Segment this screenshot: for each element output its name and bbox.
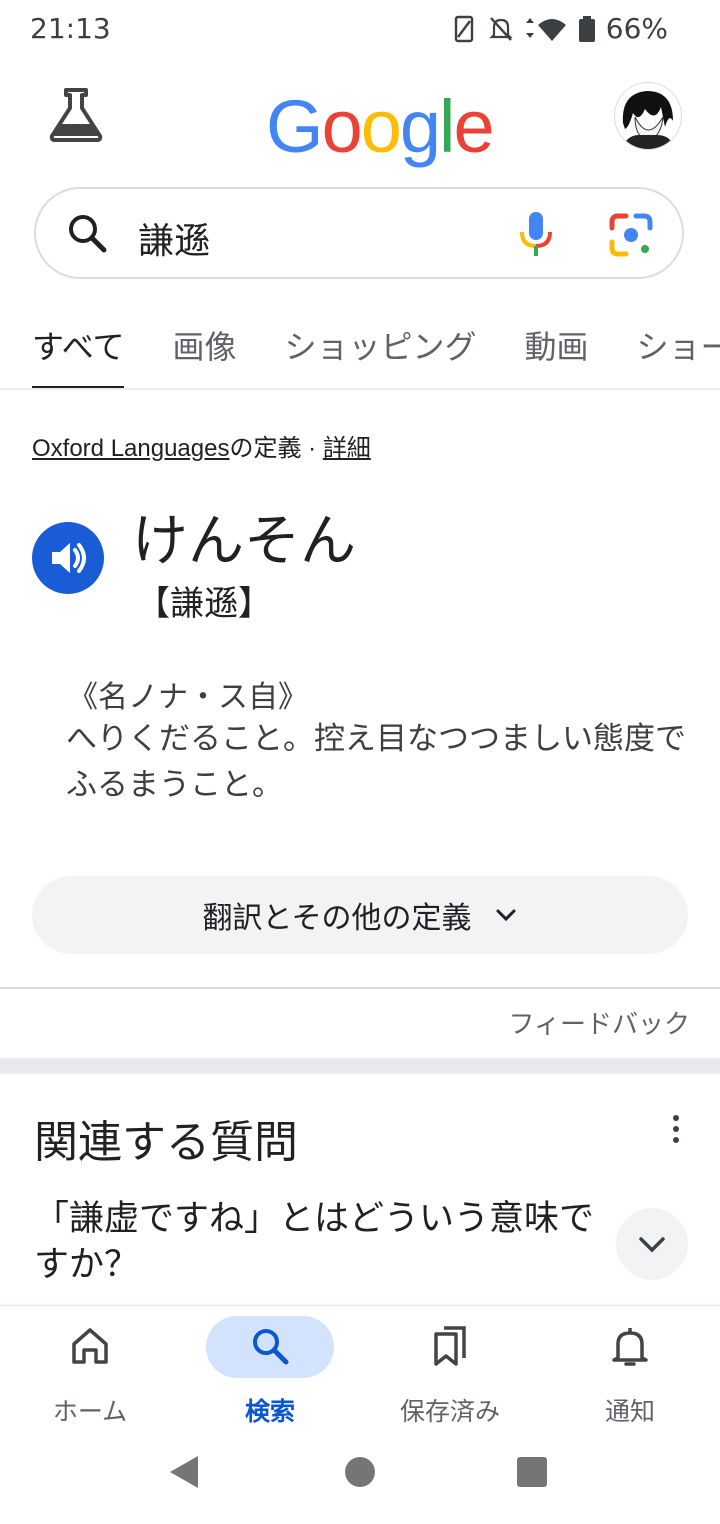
chevron-down-icon [496, 909, 516, 922]
wifi-icon [525, 17, 566, 41]
more-definitions-label: 翻訳とその他の定義 [202, 901, 472, 936]
nav-saved-label: 保存済み [399, 1397, 500, 1426]
speaker-icon [52, 543, 86, 573]
labs-flask-icon[interactable] [48, 86, 104, 142]
back-icon[interactable] [170, 1456, 198, 1488]
nav-home-label: ホーム [52, 1397, 128, 1426]
bottom-navigation: ホーム 検索 保存済み 通知 [0, 1306, 720, 1444]
screen-rotate-icon [454, 15, 473, 42]
battery-level: 66% [605, 12, 668, 45]
definition-source: Oxford Languagesの定義 · 詳細 [32, 428, 371, 463]
nav-saved[interactable]: 保存済み [360, 1306, 540, 1444]
search-tabs: すべて 画像 ショッピング 動画 ショー [32, 322, 720, 390]
chevron-down-icon [639, 1237, 665, 1253]
search-icon [253, 1329, 289, 1365]
tab-all[interactable]: すべて [32, 322, 125, 390]
tabs-divider [0, 388, 720, 390]
logo-letter: o [321, 85, 363, 168]
status-icons: 66% [452, 12, 668, 45]
search-icon [66, 212, 110, 256]
more-definitions-button[interactable]: 翻訳とその他の定義 [32, 876, 688, 954]
nav-search-label: 検索 [244, 1397, 295, 1426]
google-logo: Google [266, 90, 495, 164]
tab-videos[interactable]: 動画 [525, 322, 589, 390]
source-suffix: の定義 · [229, 435, 323, 462]
pronunciation-button[interactable] [32, 522, 104, 594]
more-options-icon[interactable] [664, 1114, 688, 1144]
home-button-icon[interactable] [345, 1457, 375, 1487]
feedback-link[interactable]: フィードバック [509, 1004, 690, 1041]
part-of-speech: 《名ノナ・ス自》 [68, 680, 308, 715]
nav-notifications[interactable]: 通知 [540, 1306, 720, 1444]
nav-notifications-label: 通知 [604, 1397, 655, 1426]
related-question-item[interactable]: 「謙虚ですね」とはどういう意味ですか？ [34, 1196, 604, 1288]
logo-letter: g [399, 85, 441, 168]
section-separator [0, 1058, 720, 1074]
nav-home[interactable]: ホーム [0, 1306, 180, 1444]
mute-icon [489, 16, 513, 41]
status-time: 21:13 [30, 12, 111, 45]
expand-question-button[interactable] [616, 1208, 688, 1280]
logo-letter: G [266, 85, 324, 168]
system-navigation [0, 1444, 720, 1520]
lens-icon[interactable] [608, 212, 654, 258]
logo-letter: l [439, 85, 456, 168]
oxford-link[interactable]: Oxford Languages [32, 435, 229, 462]
home-icon [72, 1328, 108, 1364]
logo-letter: o [360, 85, 402, 168]
battery-icon [578, 15, 595, 42]
search-bar[interactable] [34, 187, 684, 279]
logo-letter: e [453, 85, 494, 168]
definition-kanji: 【謙遜】 [136, 584, 272, 624]
recents-icon[interactable] [517, 1457, 547, 1487]
details-link[interactable]: 詳細 [323, 435, 371, 462]
tab-images[interactable]: 画像 [172, 322, 236, 390]
definition-headword: けんそん [132, 509, 356, 574]
related-questions-title: 関連する質問 [34, 1117, 298, 1168]
nav-search[interactable]: 検索 [180, 1306, 360, 1444]
bookmark-icon [434, 1326, 466, 1366]
avatar[interactable] [614, 82, 682, 150]
bell-icon [612, 1328, 648, 1366]
mic-icon[interactable] [516, 210, 556, 258]
tab-shopping[interactable]: ショッピング [285, 322, 477, 390]
tab-shorts[interactable]: ショー [637, 322, 720, 390]
card-divider [0, 987, 720, 989]
definition-text: へりくだること。控え目なつつましい態度でふるまうこと。 [66, 721, 686, 803]
search-input[interactable]: 謙遜 [138, 212, 210, 264]
